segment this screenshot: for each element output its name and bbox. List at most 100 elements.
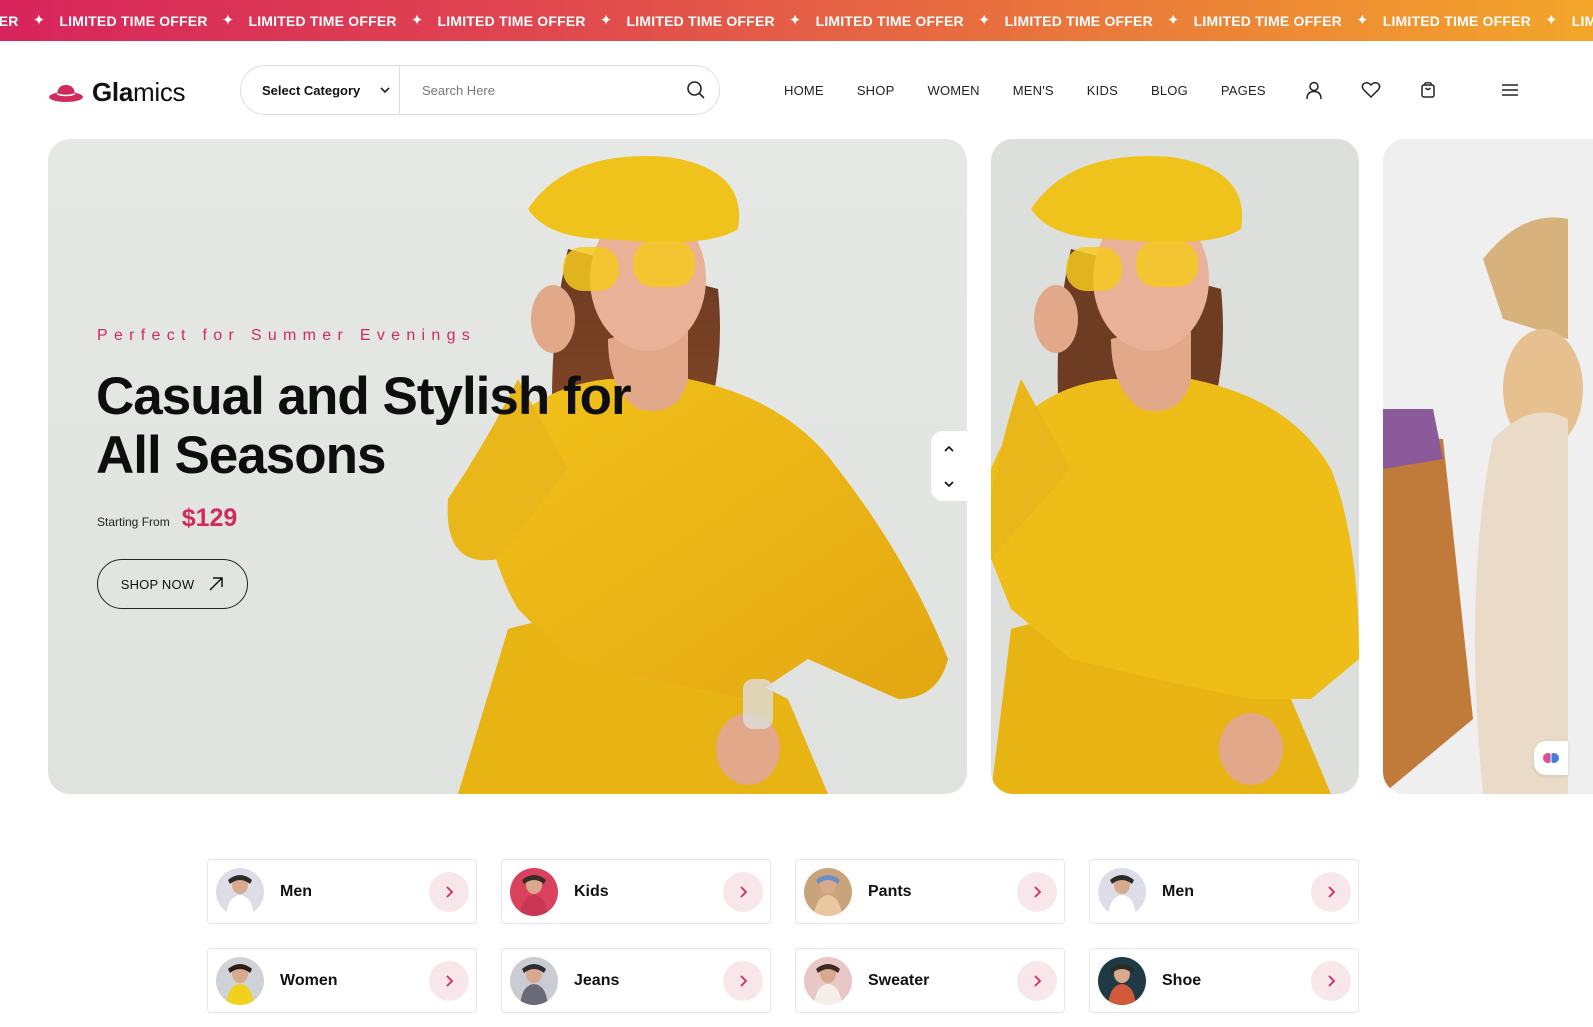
category-card-shoe[interactable]: Shoe xyxy=(1089,948,1359,1013)
chevron-down-icon[interactable] xyxy=(942,477,956,491)
category-arrow-button[interactable] xyxy=(723,871,763,912)
category-card-men[interactable]: Men xyxy=(1089,859,1359,924)
nav-mens[interactable]: MEN'S xyxy=(1013,83,1054,98)
ticker-item: LIMITED TIME OFFER✦ xyxy=(1572,13,1593,29)
category-label: Pants xyxy=(868,882,912,900)
hero-headline-line1: Casual and Stylish for xyxy=(96,367,632,426)
user-icon xyxy=(1306,81,1322,100)
category-card-jeans[interactable]: Jeans xyxy=(501,948,771,1013)
chevron-down-icon xyxy=(380,87,390,94)
ticker-item: LIMITED TIME OFFER ✦ xyxy=(248,13,437,29)
search-icon xyxy=(687,81,705,99)
hero-headline: Casual and Stylish for All Seasons xyxy=(96,367,656,485)
sparkle-star-icon: ✦ xyxy=(1166,12,1180,29)
sparkle-star-icon: ✦ xyxy=(32,12,46,29)
category-card-pants[interactable]: Pants xyxy=(795,859,1065,924)
price-label: Starting From xyxy=(97,515,170,529)
chevron-up-icon[interactable] xyxy=(942,442,956,456)
nav-blog[interactable]: BLOG xyxy=(1151,83,1188,98)
main-nav: HOME SHOP WOMEN MEN'S KIDS BLOG PAGES xyxy=(784,83,1266,98)
ticker-item-text: LIMITED TIME OFFER xyxy=(248,12,397,29)
category-select[interactable]: Select Category xyxy=(241,66,400,114)
price-value: $129 xyxy=(181,504,238,532)
menu-button[interactable] xyxy=(1499,79,1521,101)
chevron-right-icon xyxy=(1034,974,1042,987)
cart-button[interactable] xyxy=(1417,79,1439,101)
hero-slide-main: Perfect for Summer Evenings Casual and S… xyxy=(48,139,967,794)
ticker-item-text: LIMITED TIME OFFER xyxy=(1004,12,1153,29)
sparkle-star-icon: ✦ xyxy=(1544,12,1558,29)
brain-icon xyxy=(1543,753,1559,763)
category-thumbnail xyxy=(1098,867,1146,916)
category-thumbnail xyxy=(510,956,558,1005)
category-thumbnail xyxy=(1098,956,1146,1005)
sparkle-star-icon: ✦ xyxy=(977,12,991,29)
category-thumbnail xyxy=(804,867,852,916)
hero-headline-line2: All Seasons xyxy=(96,426,386,485)
hat-icon xyxy=(49,84,83,102)
category-arrow-button[interactable] xyxy=(1017,960,1057,1001)
chevron-right-icon xyxy=(446,885,454,898)
wishlist-button[interactable] xyxy=(1360,79,1382,101)
hero-slide-tertiary[interactable] xyxy=(1383,139,1593,794)
nav-shop[interactable]: SHOP xyxy=(857,83,895,98)
ticker-fragment: FER ✦ xyxy=(0,13,59,29)
chevron-right-icon xyxy=(1328,885,1336,898)
brand-name-prefix: Gla xyxy=(92,77,134,107)
ticker-item-text: LIMITED TIME OFFER xyxy=(815,12,964,29)
category-arrow-button[interactable] xyxy=(1311,871,1351,912)
category-card-sweater[interactable]: Sweater xyxy=(795,948,1065,1013)
category-card-kids[interactable]: Kids xyxy=(501,859,771,924)
category-arrow-button[interactable] xyxy=(1311,960,1351,1001)
bag-icon xyxy=(1421,82,1435,98)
search-input[interactable] xyxy=(400,66,673,114)
category-arrow-button[interactable] xyxy=(429,871,469,912)
ticker-item-text: LIMITED TIME OFFER xyxy=(1193,12,1342,29)
category-card-women[interactable]: Women xyxy=(207,948,477,1013)
category-select-label: Select Category xyxy=(262,82,361,98)
ticker-item: LIMITED TIME OFFER ✦ xyxy=(59,13,248,29)
site-header: Glamics Select Category HOME SHOP WOMEN … xyxy=(0,41,1593,139)
category-card-men[interactable]: Men xyxy=(207,859,477,924)
ticker-item: LIMITED TIME OFFER ✦ xyxy=(1194,13,1383,29)
chevron-right-icon xyxy=(1034,885,1042,898)
nav-women[interactable]: WOMEN xyxy=(927,83,979,98)
category-label: Men xyxy=(280,882,312,900)
sparkle-star-icon: ✦ xyxy=(1355,12,1369,29)
brand-logo[interactable]: Glamics xyxy=(48,77,186,108)
secondary-model-image xyxy=(991,156,1359,794)
nav-kids[interactable]: KIDS xyxy=(1087,83,1118,98)
heart-icon xyxy=(1361,82,1381,99)
chevron-right-icon xyxy=(740,974,748,987)
ticker-item-text: LIMITED TIME OFFER xyxy=(59,12,208,29)
nav-home[interactable]: HOME xyxy=(784,83,824,98)
nav-pages[interactable]: PAGES xyxy=(1221,83,1266,98)
ticker-item: LIMITED TIME OFFER ✦ xyxy=(1383,13,1572,29)
floating-widget-button[interactable] xyxy=(1534,741,1568,775)
hero-slide-secondary[interactable] xyxy=(991,139,1359,794)
account-button[interactable] xyxy=(1303,79,1325,101)
category-arrow-button[interactable] xyxy=(429,960,469,1001)
shop-now-label: SHOP NOW xyxy=(120,576,195,592)
sparkle-star-icon: ✦ xyxy=(221,12,235,29)
brand-name: Glamics xyxy=(92,77,186,108)
chevron-right-icon xyxy=(446,974,454,987)
promo-ticker: FER ✦ LIMITED TIME OFFER ✦ LIMITED TIME OFF… xyxy=(0,0,1593,41)
sparkle-star-icon: ✦ xyxy=(410,12,424,29)
ticker-item: LIMITED TIME OFFER✦ xyxy=(437,13,626,29)
category-thumbnail xyxy=(804,956,852,1005)
chevron-right-icon xyxy=(740,885,748,898)
shop-now-button[interactable]: SHOP NOW xyxy=(97,559,248,609)
brand-name-suffix: mics xyxy=(133,77,186,107)
ticker-track: FER ✦ LIMITED TIME OFFER ✦ LIMITED TIME OFF… xyxy=(0,0,1593,41)
category-arrow-button[interactable] xyxy=(1017,871,1057,912)
menu-icon xyxy=(1502,84,1518,96)
ticker-item-text: LIMITED TIME OFFER xyxy=(1571,12,1593,29)
search-button[interactable] xyxy=(673,66,719,114)
ticker-item: LIMITED TIME OFFER ✦ xyxy=(816,13,1005,29)
ticker-item: LIMITED TIME OFFER✦ xyxy=(627,13,816,29)
ticker-item-text: LIMITED TIME OFFER xyxy=(1382,12,1531,29)
sparkle-star-icon: ✦ xyxy=(599,12,613,29)
category-arrow-button[interactable] xyxy=(723,960,763,1001)
ticker-item: LIMITED TIME OFFER ✦ xyxy=(1005,13,1194,29)
